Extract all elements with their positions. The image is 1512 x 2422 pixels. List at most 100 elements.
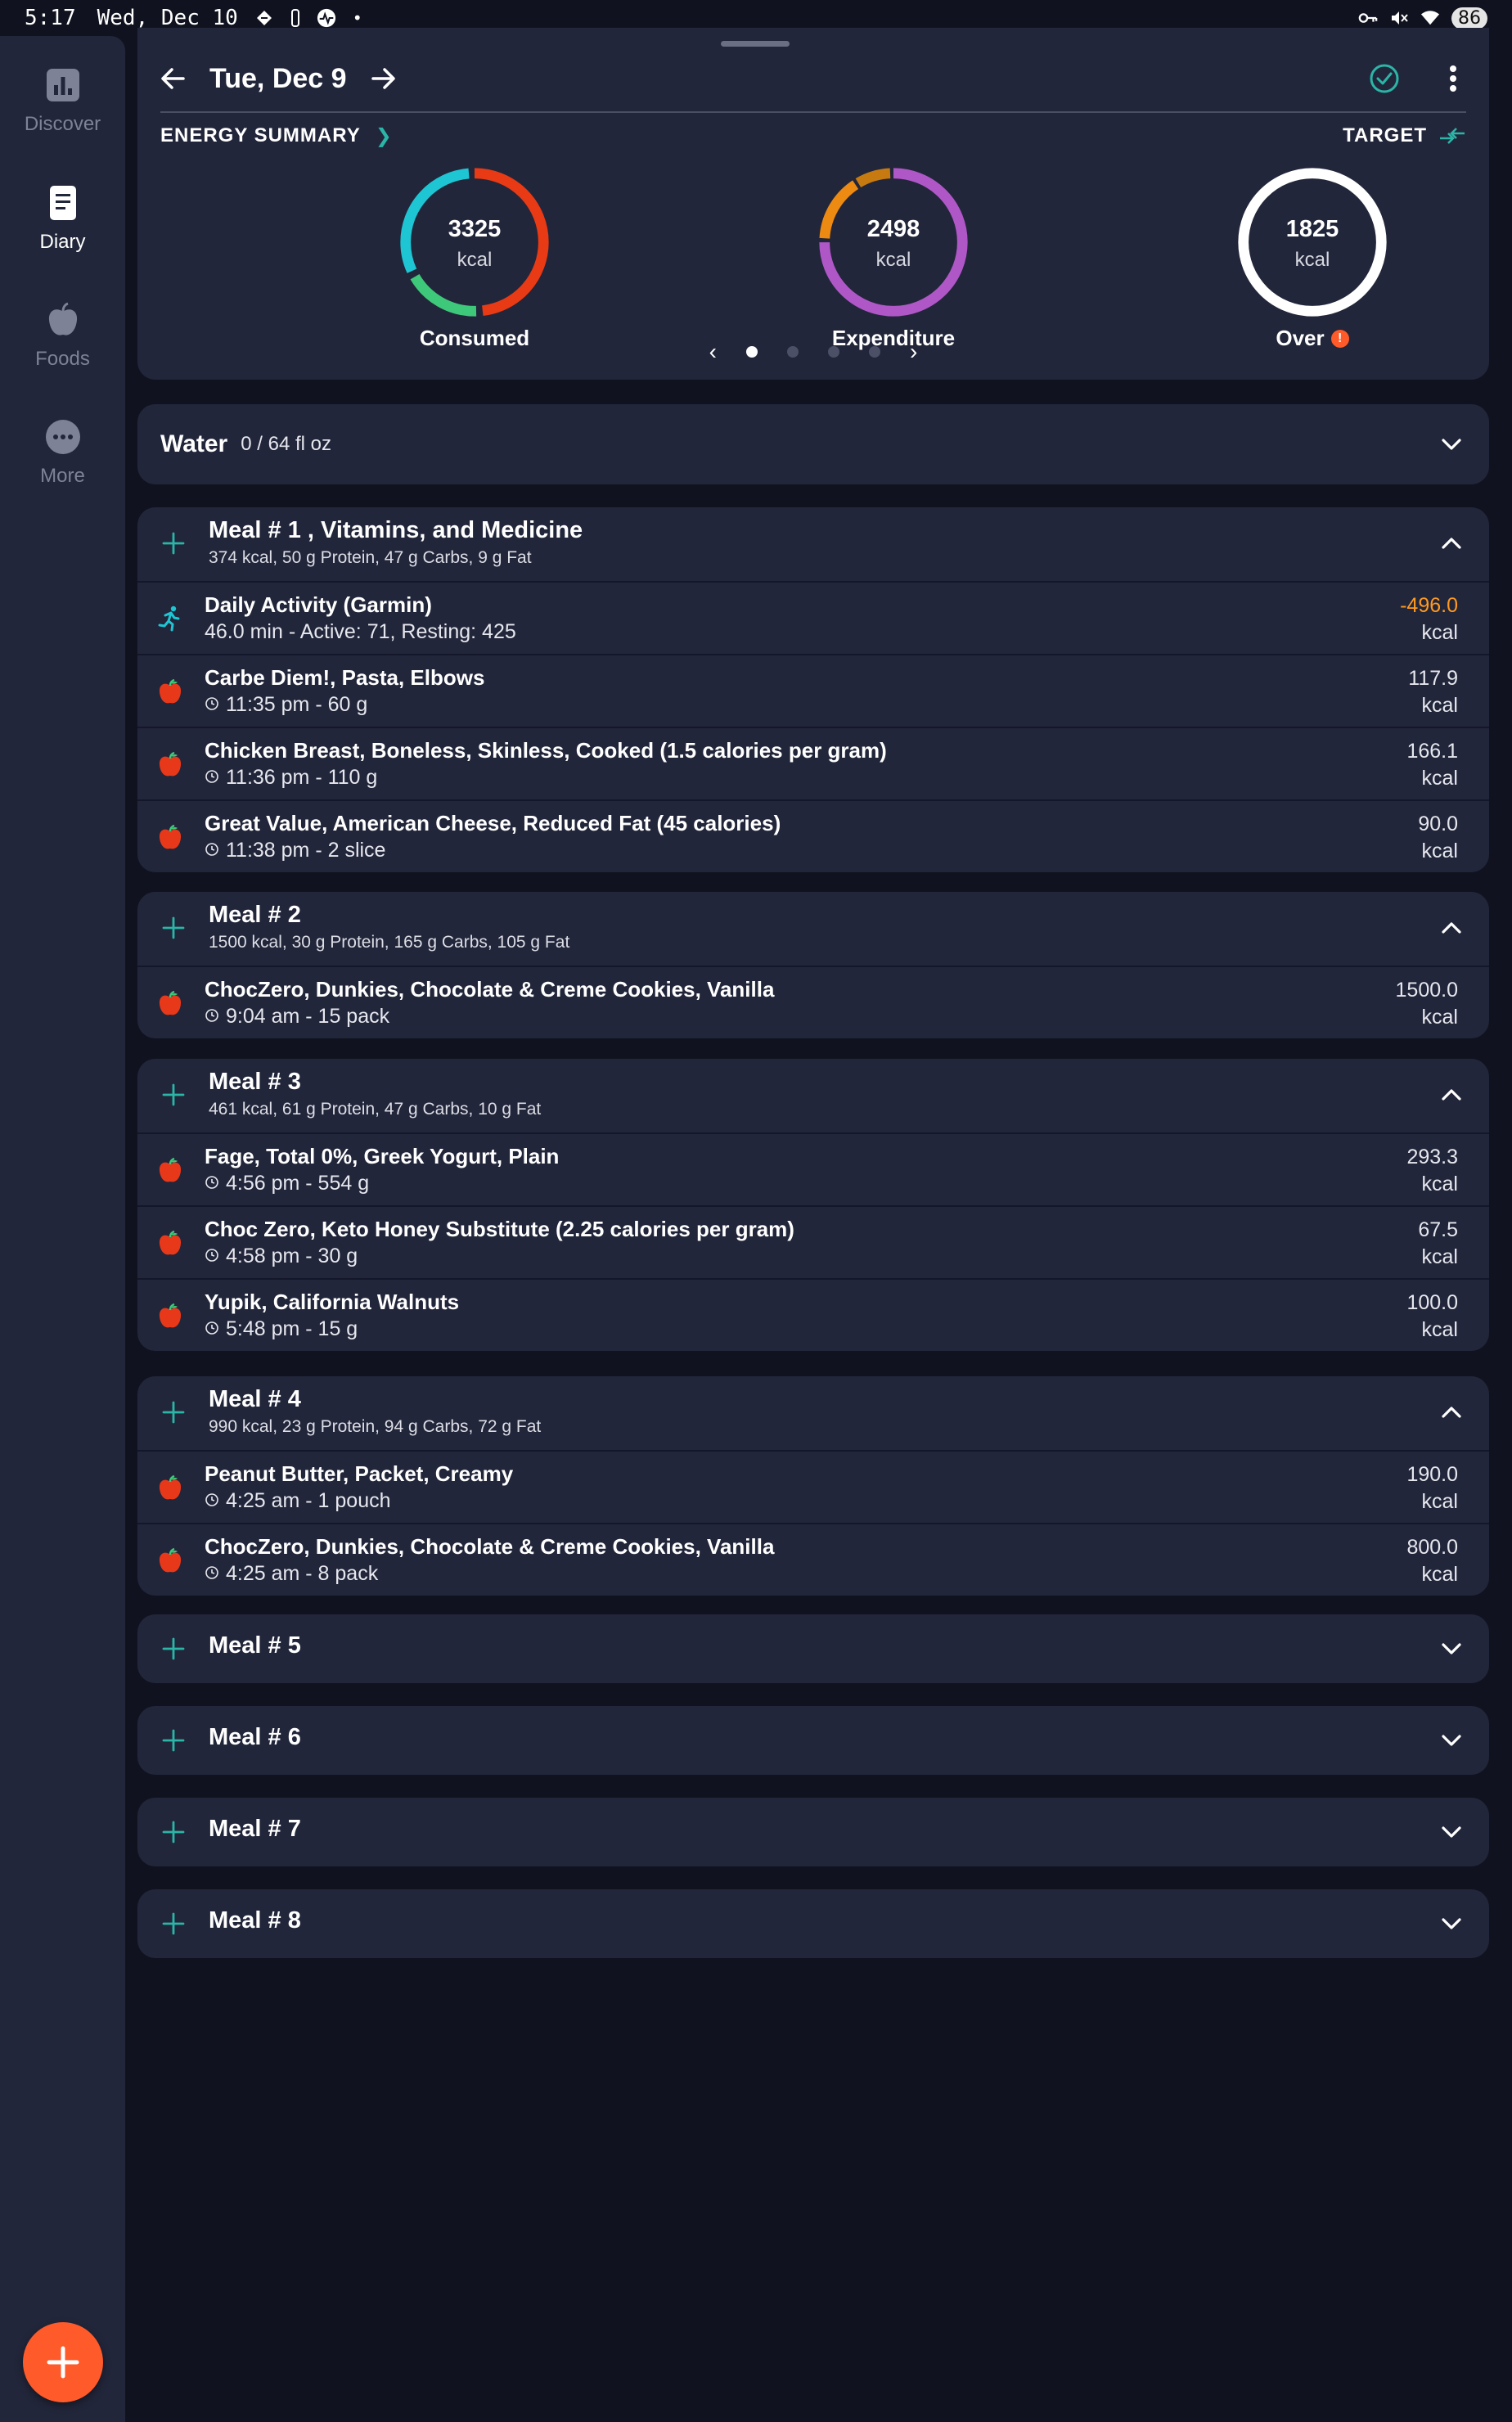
chevron-down-icon[interactable]: [1435, 1816, 1468, 1848]
entry-detail-text: 4:25 am - 1 pouch: [226, 1489, 391, 1512]
entry-kcal-value: 190.0: [1406, 1463, 1458, 1486]
add-entry-fab[interactable]: [23, 2322, 103, 2402]
meal-card: Meal # 5: [137, 1614, 1489, 1683]
pager-dot[interactable]: [787, 346, 799, 358]
entry-detail-text: 9:04 am - 15 pack: [226, 1005, 390, 1028]
chevron-down-icon[interactable]: [1435, 428, 1468, 461]
meal-header[interactable]: Meal # 3 461 kcal, 61 g Protein, 47 g Car…: [137, 1059, 1489, 1132]
diary-entry-row[interactable]: Yupik, California Walnuts 5:48 pm - 15 g 1…: [137, 1278, 1489, 1351]
entry-detail-text: 4:25 am - 8 pack: [226, 1562, 379, 1585]
meal-header[interactable]: Meal # 2 1500 kcal, 30 g Protein, 165 g C…: [137, 892, 1489, 966]
entry-kcal: 293.3 kcal: [1406, 1144, 1458, 1198]
consumed-ring[interactable]: 3325 kcal Consumed: [393, 162, 556, 358]
meal-header[interactable]: Meal # 7: [137, 1798, 1489, 1866]
target-label: TARGET: [1343, 124, 1427, 146]
meal-card: Meal # 1 , Vitamins, and Medicine 374 kca…: [137, 507, 1489, 872]
entry-detail-text: 5:48 pm - 15 g: [226, 1317, 358, 1340]
meal-title: Meal # 1 , Vitamins, and Medicine: [209, 517, 583, 543]
prev-day-button[interactable]: [155, 61, 191, 97]
diary-entry-row[interactable]: Fage, Total 0%, Greek Yogurt, Plain 4:56 …: [137, 1132, 1489, 1205]
entry-kcal: -496.0 kcal: [1400, 592, 1458, 646]
entry-kcal-unit: kcal: [1421, 1490, 1458, 1513]
pager-dot[interactable]: [746, 346, 758, 358]
water-card[interactable]: Water 0 / 64 fl oz: [137, 404, 1489, 484]
entry-kcal-value: 800.0: [1406, 1536, 1458, 1559]
add-food-button[interactable]: [157, 1396, 190, 1429]
chevron-up-icon[interactable]: [1435, 912, 1468, 944]
chevron-up-icon[interactable]: [1435, 527, 1468, 560]
arrow-right-icon: [371, 68, 395, 89]
target-button[interactable]: TARGET: [1343, 124, 1466, 147]
apple-icon: [155, 988, 185, 1018]
diary-entry-row[interactable]: Daily Activity (Garmin) 46.0 min - Active…: [137, 581, 1489, 654]
pager-dot[interactable]: [828, 346, 839, 358]
expenditure-ring[interactable]: 2498 kcal Expenditure: [812, 162, 975, 358]
diary-entry-row[interactable]: ChocZero, Dunkies, Chocolate & Creme Coo…: [137, 1523, 1489, 1596]
entry-detail: 4:25 am - 8 pack: [205, 1562, 378, 1586]
meal-header[interactable]: Meal # 8: [137, 1889, 1489, 1958]
diary-entry-row[interactable]: Chicken Breast, Boneless, Skinless, Cook…: [137, 727, 1489, 799]
apple-icon: [155, 1546, 185, 1575]
overflow-menu-button[interactable]: [1435, 61, 1471, 97]
chevron-up-icon[interactable]: [1435, 1078, 1468, 1111]
entry-detail: 11:38 pm - 2 slice: [205, 839, 385, 862]
pager-prev-button[interactable]: ‹: [709, 339, 717, 365]
energy-summary-link[interactable]: ENERGY SUMMARY: [160, 124, 361, 147]
clock-icon: [205, 839, 219, 862]
add-food-button[interactable]: [157, 912, 190, 944]
meal-title: Meal # 5: [209, 1632, 301, 1659]
meal-header[interactable]: Meal # 4 990 kcal, 23 g Protein, 94 g Car…: [137, 1376, 1489, 1450]
add-food-button[interactable]: [157, 1724, 190, 1757]
activity-tracker-icon: [286, 8, 305, 28]
diary-entry-row[interactable]: Great Value, American Cheese, Reduced Fa…: [137, 799, 1489, 872]
pager-next-button[interactable]: ›: [910, 339, 917, 365]
chevron-down-icon[interactable]: [1435, 1907, 1468, 1940]
chevron-up-icon[interactable]: [1435, 1396, 1468, 1429]
meal-title: Meal # 7: [209, 1816, 301, 1842]
entry-kcal-value: 100.0: [1406, 1291, 1458, 1314]
entry-name: Daily Activity (Garmin): [205, 592, 432, 617]
sidebar-nav: Discover Diary Foods More: [0, 36, 125, 2422]
date-title[interactable]: Tue, Dec 9: [209, 63, 347, 95]
meal-title: Meal # 3: [209, 1069, 301, 1095]
entry-name: Choc Zero, Keto Honey Substitute (2.25 c…: [205, 1217, 794, 1241]
sidebar-item-label: More: [40, 465, 85, 487]
next-day-button[interactable]: [365, 61, 401, 97]
entry-name: ChocZero, Dunkies, Chocolate & Creme Coo…: [205, 1534, 775, 1559]
drag-handle[interactable]: [721, 41, 790, 47]
pager-dot[interactable]: [869, 346, 880, 358]
chevron-right-icon[interactable]: ❯: [376, 124, 393, 148]
sidebar-item-discover[interactable]: Discover: [0, 65, 125, 136]
energy-summary-header: ENERGY SUMMARY ❯ TARGET: [160, 119, 1466, 152]
chevron-down-icon[interactable]: [1435, 1632, 1468, 1665]
add-food-button[interactable]: [157, 1632, 190, 1665]
entry-detail: 5:48 pm - 15 g: [205, 1317, 358, 1341]
diary-entry-row[interactable]: Peanut Butter, Packet, Creamy 4:25 am - 1…: [137, 1450, 1489, 1523]
add-food-button[interactable]: [157, 1907, 190, 1940]
sidebar-item-diary[interactable]: Diary: [0, 183, 125, 254]
meal-title: Meal # 4: [209, 1386, 301, 1412]
complete-day-button[interactable]: [1366, 61, 1402, 97]
entry-name: Chicken Breast, Boneless, Skinless, Cook…: [205, 738, 887, 763]
notification-icon: [254, 8, 274, 28]
add-food-button[interactable]: [157, 1078, 190, 1111]
meal-header[interactable]: Meal # 6: [137, 1706, 1489, 1775]
apple-icon: [48, 302, 77, 335]
sidebar-item-label: Discover: [24, 113, 101, 135]
sidebar-item-foods[interactable]: Foods: [0, 300, 125, 371]
add-food-button[interactable]: [157, 1816, 190, 1848]
add-food-button[interactable]: [157, 527, 190, 560]
meal-header[interactable]: Meal # 1 , Vitamins, and Medicine 374 kca…: [137, 507, 1489, 581]
bar-chart-icon: [46, 69, 79, 101]
meal-header[interactable]: Meal # 5: [137, 1614, 1489, 1683]
status-date: Wed, Dec 10: [97, 6, 238, 30]
clock-icon: [205, 766, 219, 790]
diary-entry-row[interactable]: Carbe Diem!, Pasta, Elbows 11:35 pm - 60 …: [137, 654, 1489, 727]
chevron-down-icon[interactable]: [1435, 1724, 1468, 1757]
clock-icon: [205, 1562, 219, 1586]
sidebar-item-more[interactable]: More: [0, 417, 125, 488]
diary-entry-row[interactable]: Choc Zero, Keto Honey Substitute (2.25 c…: [137, 1205, 1489, 1278]
meal-card: Meal # 2 1500 kcal, 30 g Protein, 165 g C…: [137, 892, 1489, 1038]
diary-entry-row[interactable]: ChocZero, Dunkies, Chocolate & Creme Coo…: [137, 966, 1489, 1038]
over-ring[interactable]: 1825 kcal Over!: [1231, 162, 1394, 358]
